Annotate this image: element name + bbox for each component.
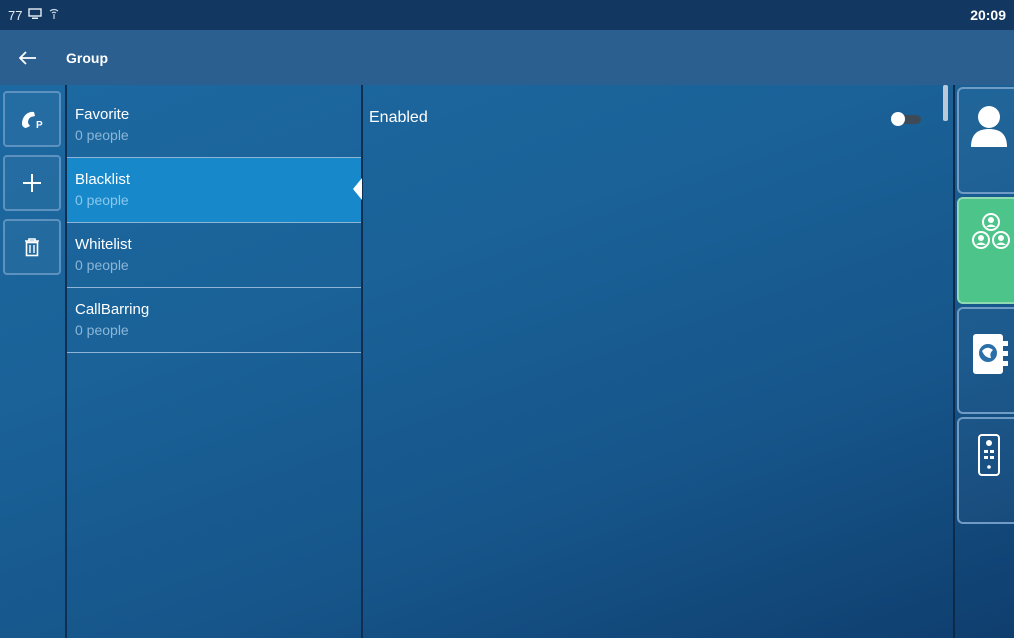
trash-icon bbox=[23, 237, 41, 257]
add-button[interactable] bbox=[3, 155, 61, 211]
scrollbar[interactable] bbox=[943, 85, 948, 121]
page-title: Group bbox=[66, 49, 108, 66]
status-time: 20:09 bbox=[970, 7, 1006, 23]
arrow-left-icon bbox=[18, 45, 37, 71]
detail-pane: Enabled bbox=[363, 85, 943, 638]
nav-device[interactable] bbox=[957, 417, 1014, 524]
delete-button[interactable] bbox=[3, 219, 61, 275]
group-name: Whitelist bbox=[75, 236, 132, 253]
group-list: Favorite 0 people Blacklist 0 people Whi… bbox=[67, 85, 362, 638]
back-button[interactable] bbox=[0, 30, 56, 85]
svg-text:P: P bbox=[36, 120, 43, 131]
nav-contacts[interactable] bbox=[957, 87, 1014, 194]
enabled-label: Enabled bbox=[369, 109, 428, 126]
group-count: 0 people bbox=[75, 257, 129, 273]
title-bar: Group bbox=[0, 30, 1014, 85]
enabled-toggle[interactable] bbox=[891, 112, 923, 126]
divider bbox=[953, 85, 955, 638]
right-nav bbox=[957, 85, 1014, 638]
group-count: 0 people bbox=[75, 192, 129, 208]
phone-p-icon: P bbox=[18, 107, 46, 131]
group-item-favorite[interactable]: Favorite 0 people bbox=[67, 93, 361, 158]
nav-directory[interactable] bbox=[957, 307, 1014, 414]
group-item-blacklist[interactable]: Blacklist 0 people bbox=[67, 158, 362, 223]
toggle-knob bbox=[891, 112, 905, 126]
group-name: Blacklist bbox=[75, 171, 131, 188]
status-number: 77 bbox=[8, 7, 23, 23]
network-signal-icon bbox=[48, 8, 60, 23]
toolbar: P bbox=[0, 85, 66, 638]
plus-icon bbox=[21, 172, 43, 194]
computer-icon bbox=[28, 7, 43, 23]
group-item-callbarring[interactable]: CallBarring 0 people bbox=[67, 288, 361, 353]
private-call-button[interactable]: P bbox=[3, 91, 61, 147]
group-count: 0 people bbox=[75, 127, 129, 143]
group-item-whitelist[interactable]: Whitelist 0 people bbox=[67, 223, 361, 288]
group-name: CallBarring bbox=[75, 301, 150, 318]
group-count: 0 people bbox=[75, 322, 129, 338]
selection-pointer bbox=[353, 178, 362, 200]
status-bar: 77 20:09 bbox=[0, 0, 1014, 30]
nav-groups[interactable] bbox=[957, 197, 1014, 304]
group-name: Favorite bbox=[75, 106, 130, 123]
